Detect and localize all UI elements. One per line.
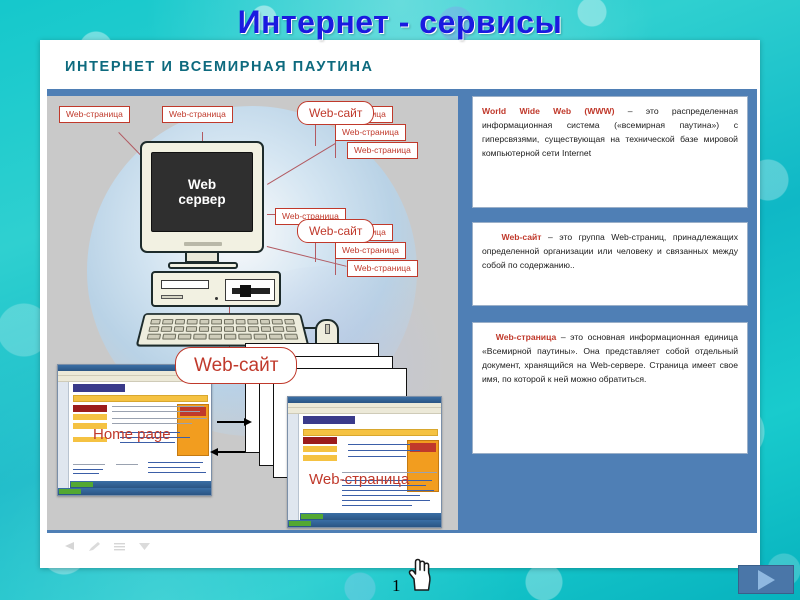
monitor-screen: Web сервер bbox=[151, 152, 253, 232]
web-server-computer: Web сервер bbox=[135, 141, 339, 355]
slide-subtitle: ИНТЕРНЕТ И ВСЕМИРНАЯ ПАУТИНА bbox=[65, 59, 374, 75]
label-web-page: Web-страница bbox=[335, 242, 406, 259]
definition-panel-www: World Wide Web (WWW) – это распределенна… bbox=[472, 96, 748, 208]
browser-window-page bbox=[287, 396, 442, 528]
panel-key-term: Web-сайт bbox=[501, 232, 542, 242]
caption-web-page: Web-страница bbox=[309, 471, 410, 488]
label-web-page: Web-страница bbox=[347, 260, 418, 277]
monitor-buttons bbox=[184, 242, 222, 246]
label-web-page: Web-страница bbox=[347, 142, 418, 159]
menu-icon[interactable] bbox=[113, 541, 126, 552]
next-slide-button[interactable] bbox=[738, 565, 794, 594]
definition-panel-website: Web-сайт – это группа Web-страниц, прина… bbox=[472, 222, 748, 306]
page-title: Интернет - сервисы bbox=[237, 4, 563, 40]
hand-cursor bbox=[404, 557, 434, 598]
caption-home-page: Home page bbox=[93, 426, 171, 443]
label-web-site: Web-сайт bbox=[297, 219, 375, 243]
label-web-page: Web-страница bbox=[162, 106, 233, 123]
arrow-right-icon bbox=[217, 418, 252, 425]
label-web-site: Web-сайт bbox=[297, 101, 375, 125]
arrow-left-icon bbox=[210, 448, 245, 455]
label-web-page: Web-страница bbox=[335, 124, 406, 141]
server-label: Web сервер bbox=[178, 176, 226, 207]
diagram-panel: Web сервер Web-страница Web-страница Web… bbox=[47, 96, 458, 530]
undo-icon[interactable] bbox=[63, 541, 76, 552]
slide-body: Web сервер Web-страница Web-страница Web… bbox=[47, 89, 757, 537]
label-web-page: Web-страница bbox=[59, 106, 130, 123]
slide-card: ИНТЕРНЕТ И ВСЕМИРНАЯ ПАУТИНА Web сервер … bbox=[40, 40, 760, 568]
pen-icon[interactable] bbox=[88, 541, 101, 552]
slide-footer bbox=[47, 533, 757, 563]
definition-panel-webpage: Web-страница – это основная информационн… bbox=[472, 322, 748, 454]
computer-case bbox=[151, 271, 281, 307]
panel-key-term: Web-страница bbox=[495, 332, 557, 342]
label-web-site-main: Web-сайт bbox=[175, 347, 298, 384]
keyboard bbox=[135, 313, 310, 347]
panel-key-term: World Wide Web (WWW) bbox=[482, 106, 615, 116]
monitor-base bbox=[168, 262, 238, 269]
monitor: Web сервер bbox=[140, 141, 264, 253]
pointer-icon[interactable] bbox=[138, 541, 151, 552]
play-triangle-icon bbox=[757, 569, 775, 590]
slide-number: 1 bbox=[392, 576, 401, 595]
footer-toolbar[interactable] bbox=[63, 541, 151, 552]
